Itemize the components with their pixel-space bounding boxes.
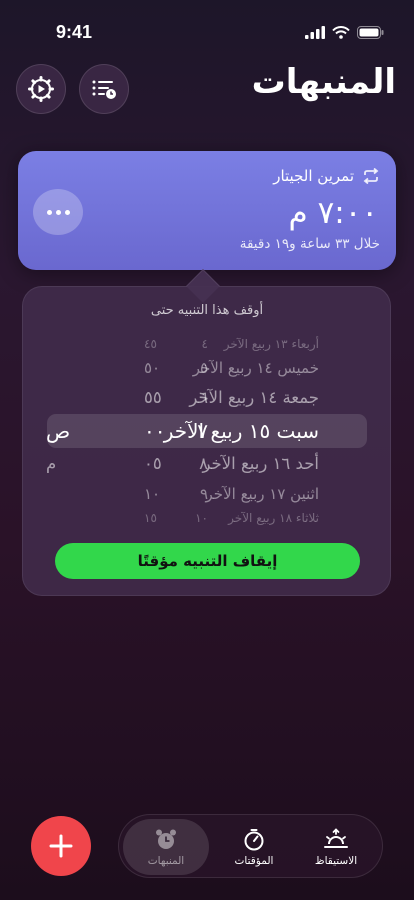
list-options-button[interactable] [79,64,129,114]
alarm-time: ٧:٠٠ م [288,195,378,231]
gear-play-icon [28,76,54,102]
picker-minute: ٠٥ [144,454,162,473]
picker-hour: ٧ [197,419,208,443]
timer-icon [244,828,264,850]
tab-timers[interactable]: المؤقتات [211,819,297,875]
picker-hour: ٨ [199,454,208,473]
picker-hour: ٥ [199,359,208,377]
picker-row[interactable]: سبت ١٥ ربيع الآخر ٧ ٠٠ ص [22,415,391,447]
settings-button[interactable] [16,64,66,114]
alarm-card[interactable]: تمرين الجيتار ٧:٠٠ م خلال ٣٣ ساعة و١٩ دق… [18,151,396,270]
status-bar: 9:41 [0,0,414,50]
picker-row[interactable]: ثلاثاء ١٨ ربيع الآخر ١٠ ١٥ [22,502,391,530]
alarm-label: تمرين الجيتار [273,167,354,185]
picker-minute: ٠٠ [144,419,166,443]
repeat-icon [363,168,379,184]
add-alarm-button[interactable] [31,816,91,876]
picker-date: سبت ١٥ ربيع الآخر [163,419,319,443]
picker-ampm: م [46,454,57,473]
picker-minute: ١٥ [144,511,157,525]
wifi-icon [332,26,350,39]
picker-row[interactable]: أحد ١٦ ربيع الآخر ٨ ٠٥ م [22,448,391,480]
popover-title: أوقف هذا التنبيه حتى [150,303,264,318]
date-time-picker[interactable]: أربعاء ١٣ ربيع الآخر ٤ ٤٥ خميس ١٤ ربيع الآخ… [22,330,391,530]
ellipsis-icon-dot [55,209,61,215]
picker-ampm: ص [46,419,71,443]
ellipsis-icon-dot [64,209,70,215]
plus-icon [49,834,73,858]
more-options-button[interactable] [33,189,83,235]
tab-timers-label: المؤقتات [234,854,274,867]
picker-row[interactable]: خميس ١٤ ربيع الآخر ٥ ٥٠ [22,352,391,384]
tab-alarms-label: المنبهات [147,854,185,867]
alarm-label-row: تمرين الجيتار [273,167,380,185]
status-time: 9:41 [56,22,93,42]
picker-row[interactable]: جمعة ١٤ ربيع الآخر ٦ ٥٥ [22,382,391,414]
tab-alarms[interactable]: المنبهات [123,819,209,875]
picker-date: ثلاثاء ١٨ ربيع الآخر [228,511,319,525]
battery-icon [357,26,384,39]
ellipsis-icon-dot [46,209,52,215]
tab-bar: المنبهات المؤقتات الاستيقاظ [118,814,383,878]
snooze-stop-button[interactable]: إيقاف التنبيه مؤقتًا [55,543,360,579]
picker-date: جمعة ١٤ ربيع الآخر [189,388,319,407]
alarm-remaining: خلال ٣٣ ساعة و١٩ دقيقة [239,236,380,252]
picker-date: خميس ١٤ ربيع الآخر [192,359,319,377]
signal-icon [305,26,325,39]
tab-wakeup[interactable]: الاستيقاظ [293,819,379,875]
list-clock-icon [92,80,116,99]
picker-hour: ٦ [199,388,208,407]
picker-date: أحد ١٦ ربيع الآخر [202,454,319,473]
picker-minute: ٥٠ [144,359,161,377]
picker-minute: ٥٥ [144,388,162,407]
alarm-clock-icon [156,829,176,849]
status-icons [305,26,384,39]
picker-hour: ١٠ [195,511,208,525]
sunrise-icon [324,827,348,848]
page-title: المنبهات [251,62,396,102]
tab-wakeup-label: الاستيقاظ [314,854,358,867]
